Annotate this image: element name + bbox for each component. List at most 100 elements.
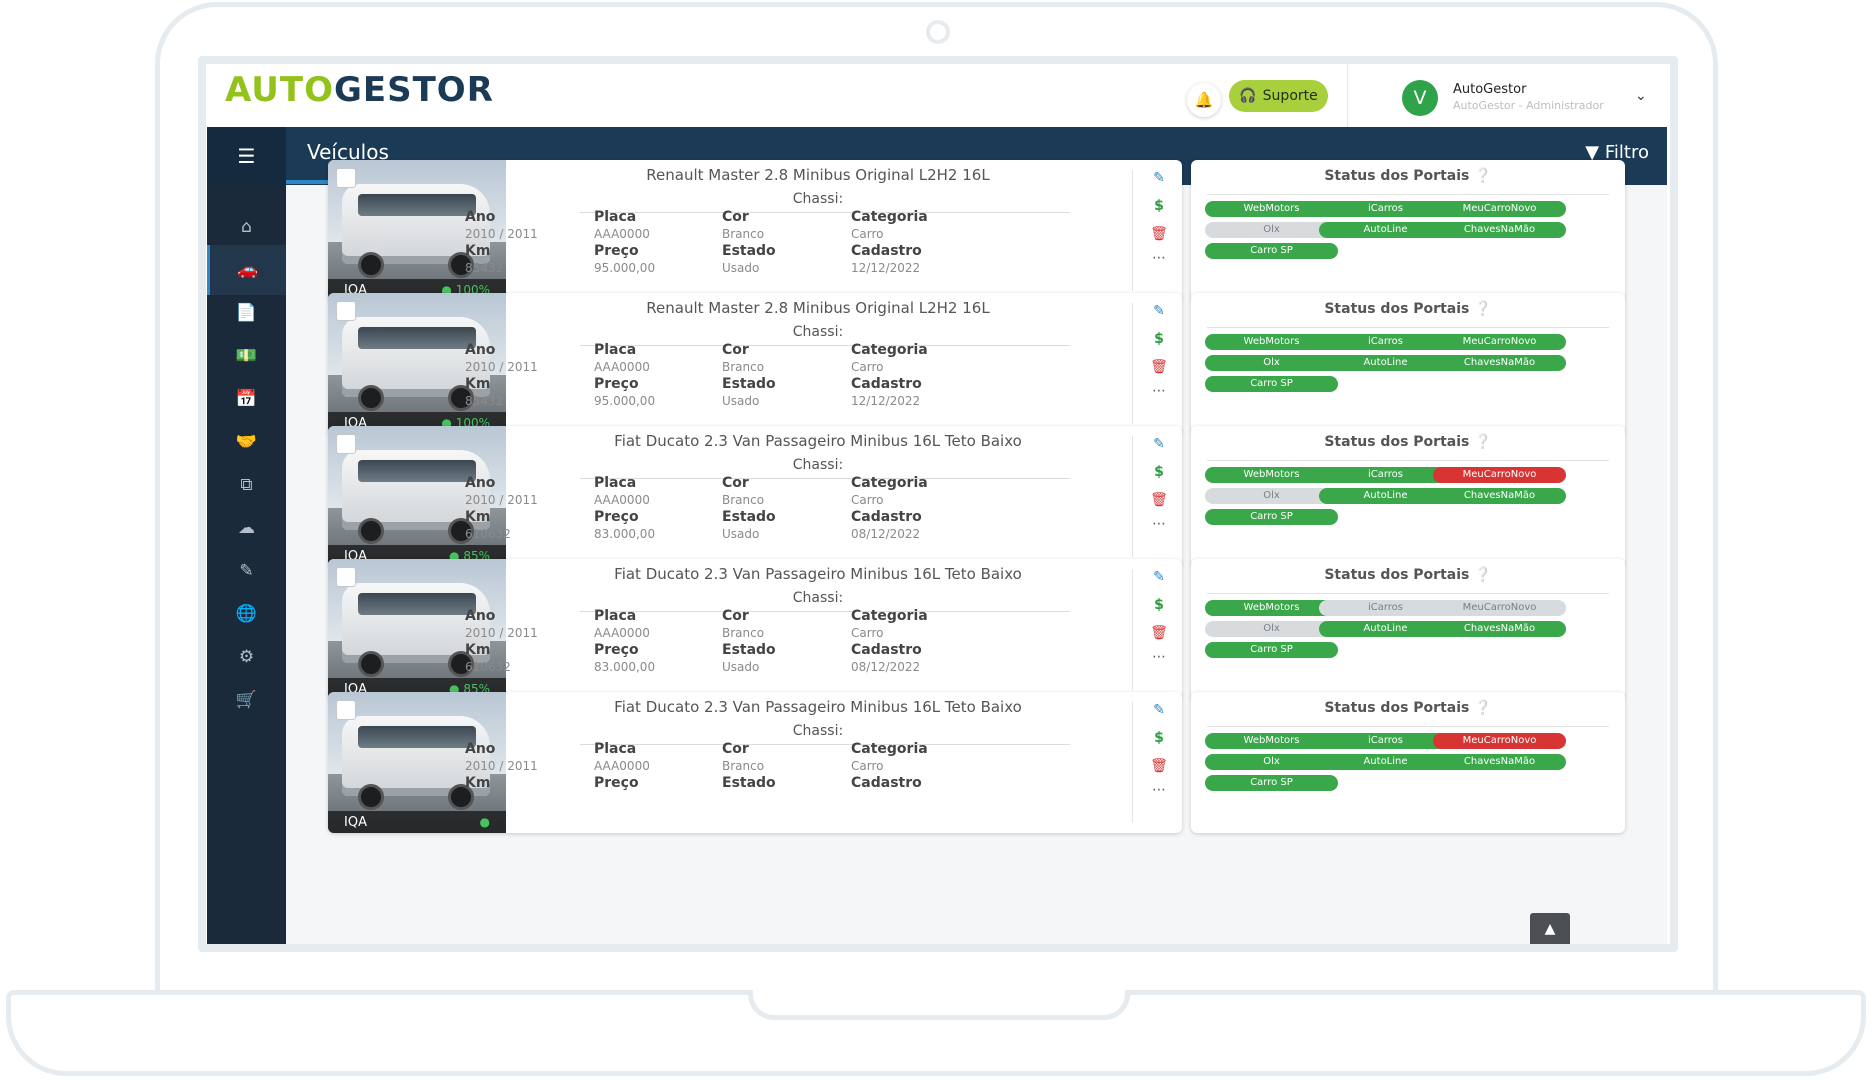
vehicle-title[interactable]: Fiat Ducato 2.3 Van Passageiro Minibus 1… — [506, 432, 1130, 450]
field-label-km: Km — [465, 243, 491, 259]
portal-status-title: Status dos Portais ❔ — [1191, 301, 1625, 317]
more-options-icon[interactable]: ⋯ — [1148, 516, 1170, 532]
vehicle-title[interactable]: Fiat Ducato 2.3 Van Passageiro Minibus 1… — [506, 565, 1130, 583]
price-dollar-icon[interactable]: $ — [1148, 597, 1170, 613]
field-label-placa: Placa — [594, 608, 637, 624]
portal-status-divider — [1207, 460, 1609, 461]
help-question-icon[interactable]: ❔ — [1474, 567, 1491, 583]
price-dollar-icon[interactable]: $ — [1148, 331, 1170, 347]
vehicle-select-checkbox[interactable] — [336, 700, 356, 720]
field-label-preco: Preço — [594, 775, 639, 791]
portal-pill[interactable]: ChavesNaMão — [1433, 488, 1566, 504]
vehicle-card[interactable]: IQA ● 100% Renault Master 2.8 Minibus Or… — [328, 293, 1182, 434]
field-value-preco: 83.000,00 — [594, 660, 656, 674]
delete-trash-icon[interactable]: 🗑 — [1148, 226, 1170, 242]
delete-trash-icon[interactable]: 🗑 — [1148, 758, 1170, 774]
portal-pill[interactable]: MeuCarroNovo — [1433, 467, 1566, 483]
more-options-icon[interactable]: ⋯ — [1148, 782, 1170, 798]
photo-van-window — [358, 194, 476, 216]
more-options-icon[interactable]: ⋯ — [1148, 383, 1170, 399]
scroll-to-top-button[interactable]: ▲ — [1530, 913, 1570, 944]
edit-vehicle-icon[interactable]: ✎ — [1148, 436, 1170, 452]
portal-pill[interactable]: MeuCarroNovo — [1433, 733, 1566, 749]
portal-pill[interactable]: MeuCarroNovo — [1433, 600, 1566, 616]
field-value-cor: Branco — [722, 759, 765, 773]
field-label-cadastro: Cadastro — [851, 775, 922, 791]
help-question-icon[interactable]: ❔ — [1474, 301, 1491, 317]
field-value-categoria: Carro — [851, 360, 884, 374]
notifications-bell-icon[interactable]: 🔔 — [1187, 83, 1221, 117]
portal-pill[interactable]: ChavesNaMão — [1433, 621, 1566, 637]
portal-pill[interactable]: ChavesNaMão — [1433, 754, 1566, 770]
field-label-estado: Estado — [722, 509, 776, 525]
help-question-icon[interactable]: ❔ — [1474, 434, 1491, 450]
top-header: AUTOGESTOR 🔔 🎧 Suporte V AutoGestor Auto… — [207, 64, 1667, 127]
vehicle-title-divider — [580, 212, 1070, 213]
vehicle-chassi-label: Chassi: — [792, 191, 844, 207]
price-dollar-icon[interactable]: $ — [1148, 730, 1170, 746]
edit-vehicle-icon[interactable]: ✎ — [1148, 569, 1170, 585]
portal-status-title-text: Status dos Portais — [1324, 700, 1470, 716]
suporte-button[interactable]: 🎧 Suporte — [1229, 80, 1328, 112]
portal-status-title: Status dos Portais ❔ — [1191, 434, 1625, 450]
vehicle-title[interactable]: Renault Master 2.8 Minibus Original L2H2… — [506, 166, 1130, 184]
hamburger-menu-icon[interactable]: ☰ — [207, 127, 286, 185]
edit-vehicle-icon[interactable]: ✎ — [1148, 303, 1170, 319]
headset-icon: 🎧 — [1239, 88, 1257, 104]
vehicle-title[interactable]: Fiat Ducato 2.3 Van Passageiro Minibus 1… — [506, 698, 1130, 716]
vehicle-actions-divider — [1132, 170, 1133, 291]
more-options-icon[interactable]: ⋯ — [1148, 250, 1170, 266]
portal-status-divider — [1207, 726, 1609, 727]
header-divider — [1347, 64, 1348, 127]
field-value-cadastro: 12/12/2022 — [851, 261, 921, 275]
field-value-km: 85432 — [465, 261, 504, 275]
field-label-estado: Estado — [722, 243, 776, 259]
delete-trash-icon[interactable]: 🗑 — [1148, 492, 1170, 508]
delete-trash-icon[interactable]: 🗑 — [1148, 625, 1170, 641]
vehicle-card[interactable]: IQA ● 100% Renault Master 2.8 Minibus Or… — [328, 160, 1182, 301]
field-label-placa: Placa — [594, 475, 637, 491]
portal-pill[interactable]: Carro SP — [1205, 243, 1338, 259]
vehicle-select-checkbox[interactable] — [336, 434, 356, 454]
delete-trash-icon[interactable]: 🗑 — [1148, 359, 1170, 375]
portal-pill[interactable]: ChavesNaMão — [1433, 222, 1566, 238]
more-options-icon[interactable]: ⋯ — [1148, 649, 1170, 665]
portal-pill[interactable]: MeuCarroNovo — [1433, 334, 1566, 350]
vehicle-card[interactable]: IQA ● Fiat Ducato 2.3 Van Passageiro Min… — [328, 692, 1182, 833]
iqa-label: IQA — [344, 815, 367, 830]
photo-van-window — [358, 460, 476, 482]
field-label-ano: Ano — [465, 342, 496, 358]
photo-van-window — [358, 726, 476, 748]
photo-van-window — [358, 593, 476, 615]
portal-pill[interactable]: Carro SP — [1205, 376, 1338, 392]
field-label-km: Km — [465, 642, 491, 658]
field-label-cor: Cor — [722, 209, 749, 225]
sidebar-cart-icon[interactable]: 🛒 — [207, 675, 286, 725]
vehicle-card[interactable]: IQA ● 85% Fiat Ducato 2.3 Van Passageiro… — [328, 559, 1182, 700]
portal-pill[interactable]: Carro SP — [1205, 642, 1338, 658]
user-avatar[interactable]: V — [1402, 80, 1438, 116]
vehicle-actions-divider — [1132, 702, 1133, 823]
vehicle-title[interactable]: Renault Master 2.8 Minibus Original L2H2… — [506, 299, 1130, 317]
vehicle-select-checkbox[interactable] — [336, 567, 356, 587]
field-value-ano: 2010 / 2011 — [465, 759, 538, 773]
portal-pill[interactable]: MeuCarroNovo — [1433, 201, 1566, 217]
help-question-icon[interactable]: ❔ — [1474, 168, 1491, 184]
vehicle-card[interactable]: IQA ● 85% Fiat Ducato 2.3 Van Passageiro… — [328, 426, 1182, 567]
portal-pill[interactable]: Carro SP — [1205, 509, 1338, 525]
portal-pill[interactable]: Carro SP — [1205, 775, 1338, 791]
portal-pill[interactable]: ChavesNaMão — [1433, 355, 1566, 371]
vehicle-select-checkbox[interactable] — [336, 301, 356, 321]
autogestor-logo[interactable]: AUTOGESTOR — [225, 70, 494, 110]
vehicle-select-checkbox[interactable] — [336, 168, 356, 188]
field-value-cadastro: 08/12/2022 — [851, 527, 921, 541]
user-menu-chevron-down-icon[interactable]: ⌄ — [1635, 88, 1647, 104]
user-name[interactable]: AutoGestor — [1453, 82, 1526, 97]
price-dollar-icon[interactable]: $ — [1148, 464, 1170, 480]
help-question-icon[interactable]: ❔ — [1474, 700, 1491, 716]
price-dollar-icon[interactable]: $ — [1148, 198, 1170, 214]
field-value-estado: Usado — [722, 660, 760, 674]
photo-van-wheel — [358, 784, 384, 810]
edit-vehicle-icon[interactable]: ✎ — [1148, 702, 1170, 718]
edit-vehicle-icon[interactable]: ✎ — [1148, 170, 1170, 186]
